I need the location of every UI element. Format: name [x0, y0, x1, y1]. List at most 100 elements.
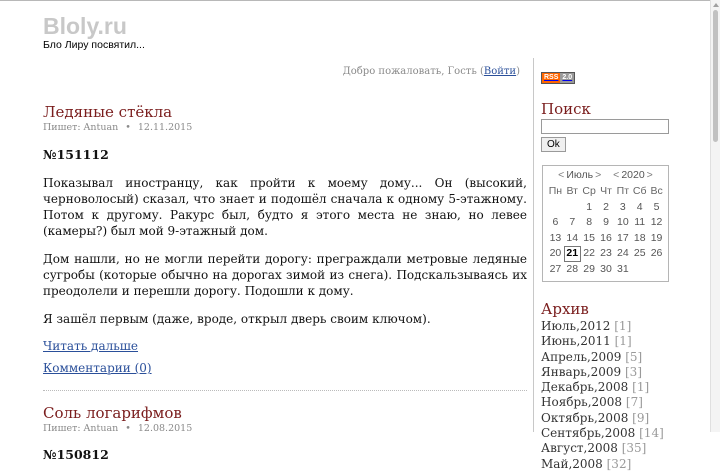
calendar-day[interactable]: 24 — [614, 246, 631, 262]
calendar-day[interactable]: 10 — [614, 215, 631, 231]
calendar-day[interactable]: 3 — [614, 200, 631, 216]
calendar-today[interactable]: 21 — [563, 246, 581, 262]
calendar-day[interactable]: 29 — [581, 262, 598, 278]
calendar-year: 2020 — [621, 169, 645, 181]
welcome-text: Добро пожаловать, Гость ( — [342, 66, 484, 77]
calendar-day[interactable]: 17 — [614, 231, 631, 247]
archive-count: [9] — [632, 410, 650, 425]
site-title[interactable]: Bloly.ru — [43, 12, 127, 40]
archive-item[interactable]: Июнь,2011 [1] — [541, 334, 706, 349]
calendar-day[interactable]: 31 — [614, 262, 631, 278]
archive-count: [14] — [639, 426, 664, 441]
scroll-up-arrow-icon[interactable] — [713, 3, 719, 7]
calendar-day[interactable]: 30 — [598, 262, 615, 278]
post-date: 12.11.2015 — [137, 122, 193, 133]
archive-month-label[interactable]: Ноябрь,2008 — [541, 395, 622, 409]
calendar-day[interactable]: 2 — [598, 200, 615, 216]
calendar-day[interactable]: 18 — [631, 231, 648, 247]
archive-count: [7] — [625, 395, 643, 410]
calendar-day[interactable]: 28 — [564, 262, 581, 278]
rss-badge-version: 2.0 — [560, 73, 575, 83]
post-paragraph: Я зашёл первым (даже, вроде, открыл двер… — [43, 312, 431, 326]
calendar-day[interactable]: 4 — [631, 200, 648, 216]
calendar-day[interactable]: 26 — [648, 246, 665, 262]
prev-year-arrow[interactable]: < — [613, 169, 619, 181]
calendar-day[interactable]: 25 — [631, 246, 648, 262]
calendar-day[interactable]: 13 — [547, 231, 564, 247]
top-border — [0, 0, 720, 1]
rss-feed-icon[interactable]: RSS 2.0 — [541, 72, 576, 84]
archive-item[interactable]: Январь,2009 [3] — [541, 365, 706, 380]
archive-month-label[interactable]: Январь,2009 — [541, 365, 621, 379]
archive-item[interactable]: Май,2008 [32] — [541, 457, 706, 472]
calendar-empty-cell — [547, 200, 564, 216]
calendar-empty-cell — [631, 262, 648, 278]
archive-count: [35] — [621, 441, 647, 456]
archive-item[interactable]: Апрель,2009 [5] — [541, 350, 706, 365]
next-year-arrow[interactable]: > — [647, 169, 653, 181]
meta-separator: • — [125, 423, 131, 434]
calendar-day[interactable]: 14 — [564, 231, 581, 247]
archive-title: Архив — [541, 300, 589, 318]
post-title[interactable]: Соль логарифмов — [43, 404, 527, 422]
calendar-grid: Пн Вт Ср Чт Пт Сб Вс 1 2 3 4 5 6 7 8 9 10 11 12 13 14 15 16 17 1… — [547, 184, 665, 277]
search-ok-button[interactable]: Ok — [541, 137, 566, 152]
calendar-day[interactable]: 12 — [648, 215, 665, 231]
calendar: < Июль > <2020 > Пн Вт Ср Чт Пт Сб Вс 1 2 3 4 5 6 7 8 9 10 1… — [542, 165, 669, 282]
archive-month-label[interactable]: Июнь,2011 — [541, 334, 611, 348]
search-title: Поиск — [541, 100, 591, 118]
archive-month-label[interactable]: Июль,2012 — [541, 319, 610, 333]
calendar-day[interactable]: 23 — [598, 246, 615, 262]
archive-month-label[interactable]: Сентябрь,2008 — [541, 426, 635, 440]
calendar-day[interactable]: 16 — [598, 231, 615, 247]
login-link[interactable]: Войти — [484, 66, 516, 77]
archive-month-label[interactable]: Август,2008 — [541, 441, 618, 455]
post-title[interactable]: Ледяные стёкла — [43, 103, 527, 121]
calendar-weekday: Чт — [600, 185, 612, 197]
calendar-day[interactable]: 6 — [547, 215, 564, 231]
calendar-empty-cell — [564, 200, 581, 216]
welcome-bar: Добро пожаловать, Гость (Войти) — [343, 66, 520, 78]
calendar-weekday: Сб — [632, 185, 647, 197]
main-content: Ледяные стёкла Пишет: Antuan • 12.11.2015 … — [43, 103, 527, 462]
calendar-empty-cell — [648, 262, 665, 278]
archive-count: [32] — [606, 456, 632, 471]
archive-item[interactable]: Ноябрь,2008 [7] — [541, 395, 706, 410]
next-month-arrow[interactable]: > — [595, 169, 601, 181]
prev-month-arrow[interactable]: < — [558, 169, 564, 181]
archive-month-label[interactable]: Май,2008 — [541, 457, 603, 471]
post-author: Пишет: Antuan — [43, 423, 119, 434]
archive-month-label[interactable]: Октябрь,2008 — [541, 411, 628, 425]
calendar-day[interactable]: 15 — [581, 231, 598, 247]
calendar-day[interactable]: 8 — [581, 215, 598, 231]
calendar-day[interactable]: 11 — [631, 215, 648, 231]
archive-item[interactable]: Октябрь,2008 [9] — [541, 411, 706, 426]
calendar-day[interactable]: 5 — [648, 200, 665, 216]
welcome-close-paren: ) — [516, 66, 520, 77]
post-body: Показывал иностранцу, как пройти к моему… — [43, 175, 527, 327]
calendar-day[interactable]: 7 — [564, 215, 581, 231]
comments-link[interactable]: Комментарии (0) — [43, 361, 527, 376]
calendar-weekday: Пн — [548, 185, 563, 197]
archive-count: [1] — [614, 334, 632, 349]
calendar-day[interactable]: 27 — [547, 262, 564, 278]
post-meta: Пишет: Antuan • 12.11.2015 — [43, 122, 527, 134]
calendar-day[interactable]: 19 — [648, 231, 665, 247]
archive-item[interactable]: Июль,2012 [1] — [541, 319, 706, 334]
calendar-day[interactable]: 22 — [581, 246, 598, 262]
read-more-link[interactable]: Читать дальше — [43, 339, 527, 354]
quote-number: №150812 — [43, 447, 109, 462]
search-input[interactable] — [541, 119, 669, 134]
archive-item[interactable]: Декабрь,2008 [1] — [541, 380, 706, 395]
calendar-day[interactable]: 1 — [581, 200, 598, 216]
vertical-scrollbar[interactable] — [710, 0, 720, 432]
post-divider — [43, 390, 527, 391]
scrollbar-thumb[interactable] — [713, 10, 718, 142]
archive-month-label[interactable]: Апрель,2009 — [541, 350, 621, 364]
calendar-day[interactable]: 9 — [598, 215, 615, 231]
archive-item[interactable]: Сентябрь,2008 [14] — [541, 426, 706, 441]
archive-item[interactable]: Август,2008 [35] — [541, 441, 706, 456]
archive-count: [1] — [632, 380, 650, 395]
archive-month-label[interactable]: Декабрь,2008 — [541, 380, 628, 394]
calendar-day[interactable]: 20 — [547, 246, 564, 262]
